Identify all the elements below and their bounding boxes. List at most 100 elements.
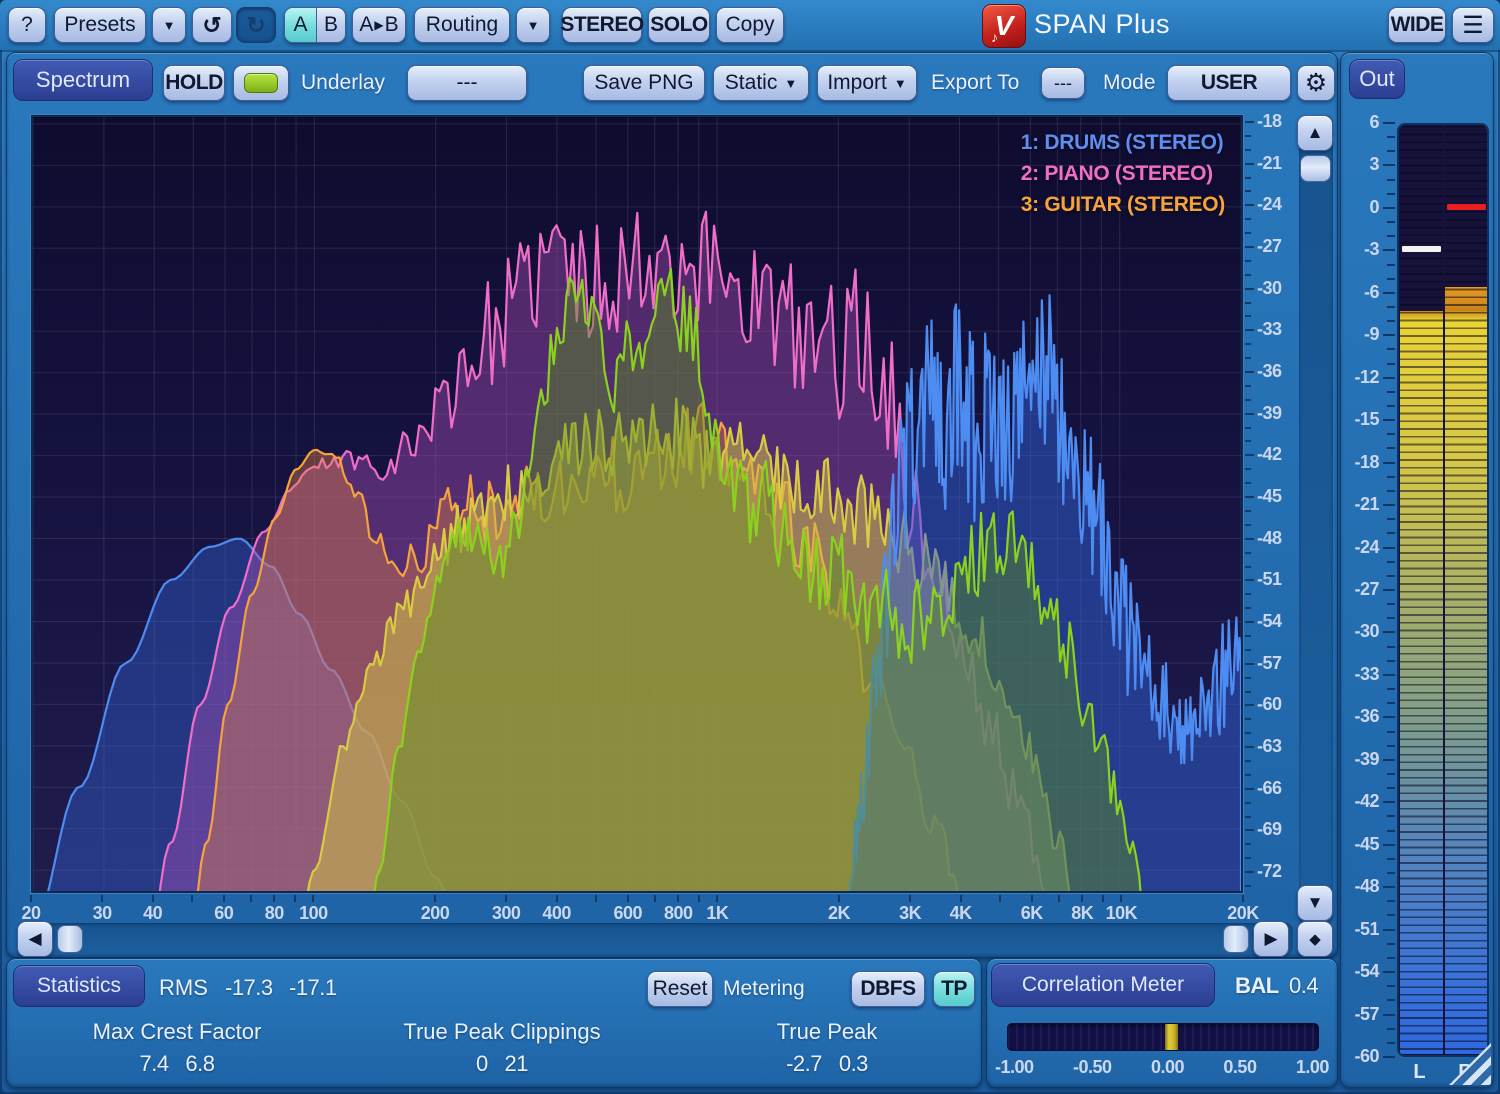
spectrum-svg (33, 117, 1241, 891)
h-scrollbar-track[interactable] (17, 923, 1293, 955)
metering-label: Metering (723, 977, 805, 1001)
db-axis-tick (1245, 177, 1251, 179)
meter-tick (1387, 688, 1395, 690)
meter-tick (1383, 547, 1395, 549)
tp-button[interactable]: TP (933, 971, 975, 1007)
true-peak-label: True Peak (737, 1019, 917, 1045)
tab-correlation-meter[interactable]: Correlation Meter (991, 963, 1215, 1007)
routing-dropdown-button[interactable]: ▼ (516, 7, 550, 43)
freq-axis-tick (999, 895, 1001, 902)
tab-statistics[interactable]: Statistics (13, 965, 145, 1007)
correlation-scale: -1.00-0.500.000.501.00 (995, 1057, 1329, 1078)
meter-tick (1387, 391, 1395, 393)
presets-button[interactable]: Presets (54, 7, 146, 43)
help-button[interactable]: ? (8, 7, 46, 43)
underlay-select[interactable]: --- (407, 65, 527, 101)
freq-axis-tick (960, 895, 962, 902)
static-dropdown[interactable]: Static▼ (713, 65, 809, 101)
scroll-corner-button[interactable]: ◆ (1297, 921, 1333, 957)
export-to-select[interactable]: --- (1041, 67, 1085, 99)
legend-item-1: 2: PIANO (STEREO) (1021, 158, 1225, 189)
right-triangle-icon: ▶ (374, 18, 383, 32)
db-axis-label: -42 (1257, 444, 1297, 465)
import-dropdown[interactable]: Import▼ (817, 65, 917, 101)
freq-axis-label: 20 (21, 903, 40, 924)
spectrum-display[interactable]: 1: DRUMS (STEREO)2: PIANO (STEREO)3: GUI… (31, 115, 1243, 893)
reset-button[interactable]: Reset (647, 971, 713, 1007)
tab-out[interactable]: Out (1349, 59, 1405, 99)
mode-select[interactable]: USER (1167, 65, 1291, 101)
meter-tick (1387, 815, 1395, 817)
undo-icon: ↺ (202, 12, 221, 39)
routing-button[interactable]: Routing (414, 7, 510, 43)
ab-toggle-a[interactable]: A (285, 8, 317, 42)
ab-toggle-b[interactable]: B (317, 13, 345, 37)
meter-scale-label: 3 (1341, 154, 1379, 175)
gear-icon: ⚙ (1305, 68, 1327, 98)
meter-scale-label: -30 (1341, 621, 1379, 642)
dbfs-button[interactable]: DBFS (851, 971, 925, 1007)
v-scrollbar-track[interactable] (1299, 115, 1333, 925)
meter-segments (1445, 126, 1488, 1054)
meter-bars[interactable] (1397, 123, 1489, 1057)
meter-tick (1383, 207, 1395, 209)
settings-button[interactable]: ⚙ (1297, 65, 1335, 101)
freq-axis-tick (250, 895, 252, 902)
freq-axis-tick (595, 895, 597, 902)
left-triangle-icon: ◀ (28, 929, 41, 949)
redo-button[interactable]: ↻ (236, 7, 276, 43)
meter-tick (1387, 872, 1395, 874)
db-axis-tick (1245, 121, 1254, 123)
tab-spectrum[interactable]: Spectrum (13, 59, 153, 101)
a-to-b-copy-button[interactable]: A▶B (352, 7, 406, 43)
freq-axis-label: 60 (214, 903, 233, 924)
meter-scale-label: -6 (1341, 282, 1379, 303)
solo-button[interactable]: SOLO (648, 7, 710, 43)
freq-axis-tick (1120, 895, 1122, 902)
freq-axis-label: 800 (664, 903, 693, 924)
wide-button[interactable]: WIDE (1388, 7, 1446, 43)
db-axis-label: -33 (1257, 319, 1297, 340)
v-scrollbar-thumb[interactable] (1300, 155, 1331, 182)
db-axis-tick (1245, 135, 1251, 137)
redo-icon: ↻ (246, 12, 265, 39)
bal-label: BAL (1235, 973, 1279, 999)
meter-scale-label: -36 (1341, 706, 1379, 727)
correlation-bar[interactable] (1007, 1023, 1319, 1051)
meter-tick (1387, 1042, 1395, 1044)
undo-button[interactable]: ↺ (192, 7, 232, 43)
copy-button[interactable]: Copy (716, 7, 784, 43)
db-axis-label: -60 (1257, 694, 1297, 715)
ab-copy-a: A (359, 13, 373, 37)
chevron-down-icon: ▼ (784, 76, 797, 91)
meter-tick (1383, 716, 1395, 718)
meter-tick (1387, 532, 1395, 534)
freq-axis-tick (698, 895, 700, 902)
stereo-button[interactable]: STEREO (562, 7, 642, 43)
meter-tick (1383, 334, 1395, 336)
app-title: SPAN Plus (1034, 9, 1170, 40)
db-axis-tick (1245, 663, 1254, 665)
h-scrollbar-thumb-left[interactable] (57, 925, 83, 953)
meter-tick (1383, 1056, 1395, 1058)
up-triangle-icon: ▲ (1307, 123, 1324, 143)
h-scrollbar-thumb-right[interactable] (1223, 925, 1249, 953)
save-png-button[interactable]: Save PNG (583, 65, 705, 101)
freq-axis-label: 20K (1227, 903, 1259, 924)
ab-toggle[interactable]: A B (284, 7, 346, 43)
spectrum-color-button[interactable] (233, 65, 289, 101)
chevron-down-icon: ▼ (527, 18, 540, 33)
hold-button[interactable]: HOLD (163, 65, 225, 101)
meter-scale-label: -27 (1341, 579, 1379, 600)
db-axis-tick (1245, 399, 1251, 401)
scroll-left-button[interactable]: ◀ (17, 921, 53, 957)
meter-scale-label: -9 (1341, 324, 1379, 345)
scroll-up-button[interactable]: ▲ (1297, 115, 1333, 151)
presets-dropdown-button[interactable]: ▼ (152, 7, 186, 43)
scroll-down-button[interactable]: ▼ (1297, 885, 1333, 921)
freq-axis-tick (1242, 895, 1244, 902)
menu-button[interactable]: ☰ (1452, 7, 1494, 43)
db-axis-label: -48 (1257, 528, 1297, 549)
scroll-right-button[interactable]: ▶ (1253, 921, 1289, 957)
meter-scale-label: -57 (1341, 1004, 1379, 1025)
